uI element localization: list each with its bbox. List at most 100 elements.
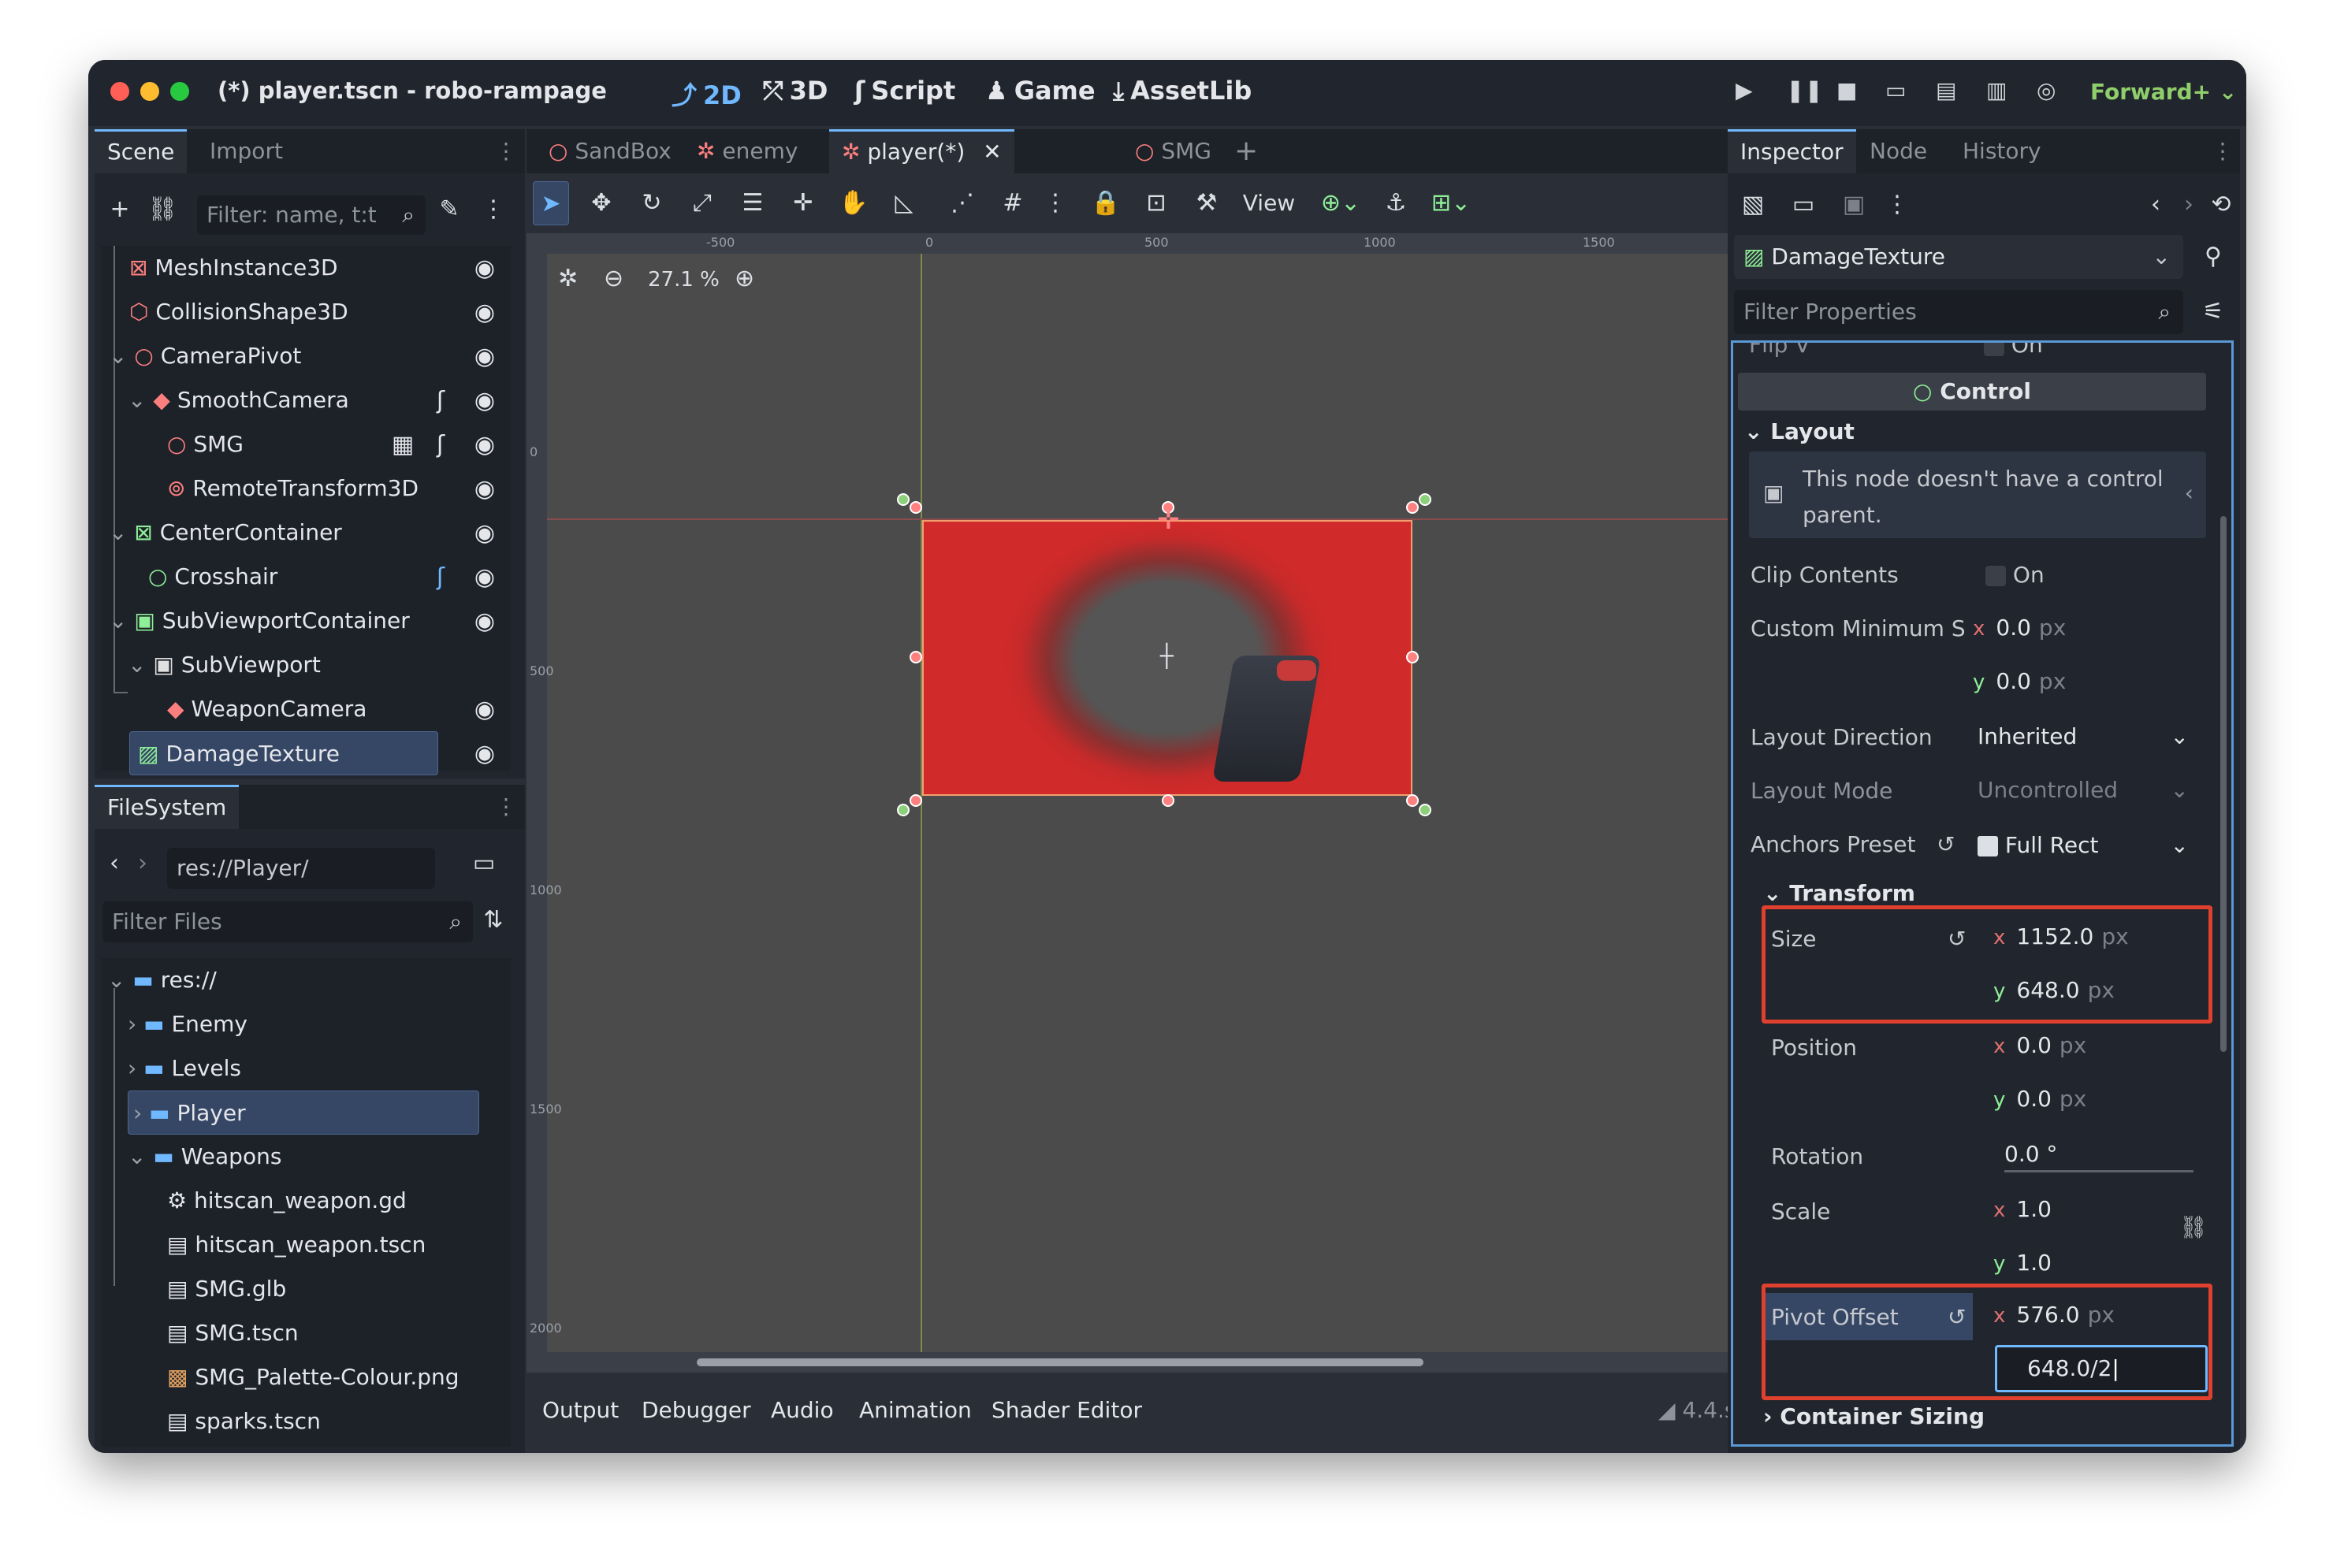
add-node-icon[interactable]: +	[104, 188, 136, 232]
resize-handle-br[interactable]	[1406, 794, 1419, 807]
resize-handle-tl[interactable]	[910, 501, 922, 514]
container-sizing-section[interactable]: › Container Sizing	[1763, 1403, 1985, 1429]
script-icon[interactable]: ʃ	[427, 564, 454, 591]
filter-options-icon[interactable]: ⚟	[2197, 290, 2229, 334]
list-select-icon[interactable]: ☰	[735, 181, 771, 225]
tab-enemy[interactable]: ✲ enemy	[684, 129, 810, 173]
tab-filesystem[interactable]: FileSystem	[95, 785, 240, 829]
pause-icon[interactable]: ❚❚	[1786, 77, 1823, 103]
tab-debugger[interactable]: Debugger	[642, 1388, 751, 1432]
close-window-button[interactable]	[110, 82, 129, 101]
canvas-viewport[interactable]: -500 0 500 1000 1500 0 500 1000 1500 200…	[527, 233, 1805, 1373]
movie-maker-icon[interactable]: ◎	[2037, 77, 2056, 103]
stop-icon[interactable]: ■	[1836, 77, 1857, 103]
tab-scene[interactable]: Scene	[95, 129, 188, 173]
workspace-2d[interactable]: ⤴ 2D	[672, 76, 742, 112]
tab-inspector[interactable]: Inspector	[1728, 129, 1856, 173]
tab-output[interactable]: Output	[542, 1388, 619, 1432]
split-view-icon[interactable]: ▭	[468, 842, 500, 886]
visibility-eye-icon[interactable]: ◉	[471, 255, 498, 282]
anchor-handle-bl[interactable]	[897, 804, 910, 816]
tree-item-meshinstance3d[interactable]: ⊠ MeshInstance3D	[129, 246, 338, 290]
group-icon[interactable]: ⊡	[1138, 181, 1174, 225]
path-field[interactable]: res://Player/	[167, 848, 435, 889]
file-item-weapons[interactable]: ⌄ ▬ Weapons	[128, 1135, 281, 1179]
rotate-tool-icon[interactable]: ↻	[634, 181, 670, 225]
workspace-script[interactable]: ʃ Script	[854, 76, 955, 106]
lock-icon[interactable]: 🔒	[1088, 181, 1124, 225]
inspector-scrollbar[interactable]	[2220, 516, 2227, 1052]
visibility-eye-icon[interactable]: ◉	[471, 608, 498, 635]
add-tab-icon[interactable]: +	[1222, 129, 1271, 173]
center-view-icon[interactable]: ✲	[558, 265, 578, 292]
pivot-tool-icon[interactable]: ✛	[785, 181, 821, 225]
instance-icon[interactable]: ▦	[389, 432, 416, 459]
script-icon[interactable]: ʃ	[427, 388, 454, 414]
anchor-handle-tl[interactable]	[897, 493, 910, 506]
file-item-sparks[interactable]: ▤ sparks.tscn	[167, 1399, 321, 1444]
position-x-field[interactable]: x 0.0 px	[1993, 1022, 2206, 1069]
play-scene-icon[interactable]: ▤	[1936, 77, 1956, 103]
link-icon[interactable]: ⛓	[147, 188, 178, 232]
file-item-player[interactable]: › ▬ Player	[128, 1091, 479, 1135]
play-icon[interactable]: ▶	[1736, 77, 1753, 103]
open-folder-icon[interactable]: ▭	[1786, 183, 1821, 227]
file-item-enemy[interactable]: › ▬ Enemy	[128, 1002, 247, 1046]
scale-tool-icon[interactable]: ⤢	[684, 181, 720, 225]
renderer-select[interactable]: Forward+ ⌄	[2090, 79, 2237, 105]
visibility-eye-icon[interactable]: ◉	[471, 520, 498, 547]
tab-node[interactable]: Node	[1857, 129, 1940, 173]
tree-item-subviewportcontainer[interactable]: ⌄ ▣ SubViewportContainer	[109, 599, 410, 643]
file-item-smg-tscn[interactable]: ▤ SMG.tscn	[167, 1311, 299, 1355]
dock-menu-icon[interactable]: ⋮	[495, 785, 517, 829]
link-icon[interactable]: ⛓	[2179, 1214, 2208, 1240]
tree-item-smoothcamera[interactable]: ⌄ ◆ SmoothCamera	[128, 378, 349, 422]
select-tool-icon[interactable]: ➤	[533, 181, 569, 225]
anchors-preset-select[interactable]: Full Rect ⌄	[1978, 822, 2198, 869]
workspace-assetlib[interactable]: ⤓ AssetLib	[1113, 76, 1252, 106]
move-tool-icon[interactable]: ✥	[583, 181, 620, 225]
add-node-here-icon[interactable]: ⊕⌄	[1315, 181, 1367, 225]
play-custom-scene-icon[interactable]: ▥	[1986, 77, 2007, 103]
tab-shader-editor[interactable]: Shader Editor	[992, 1388, 1142, 1432]
file-item-hitscan-gd[interactable]: ⚙ hitscan_weapon.gd	[167, 1179, 407, 1223]
visibility-eye-icon[interactable]: ◉	[471, 564, 498, 591]
file-item-hitscan-tscn[interactable]: ▤ hitscan_weapon.tscn	[167, 1223, 426, 1267]
node-selector[interactable]: ▨ DamageTexture ⌄	[1734, 235, 2183, 279]
tree-item-weaponcamera[interactable]: ◆ WeaponCamera	[167, 687, 367, 731]
workspace-3d[interactable]: ⤱ 3D	[763, 76, 828, 106]
inspector-menu-icon[interactable]: ⋮	[1885, 183, 1909, 227]
smart-snap-icon[interactable]: ⋰	[944, 181, 980, 225]
zoom-out-icon[interactable]: ⊖	[604, 265, 623, 292]
file-item-levels[interactable]: › ▬ Levels	[128, 1046, 241, 1091]
transform-section[interactable]: ⌄ Transform	[1763, 880, 1915, 906]
minimize-window-button[interactable]	[140, 82, 159, 101]
resize-handle-tr[interactable]	[1406, 501, 1419, 514]
tab-history[interactable]: History	[1950, 129, 2054, 173]
tree-item-damagetexture[interactable]: ▨ DamageTexture	[129, 731, 438, 775]
save-icon[interactable]: ▣	[1836, 183, 1871, 227]
script-icon[interactable]: ʃ	[427, 432, 454, 459]
scrollbar-thumb[interactable]	[697, 1358, 1423, 1366]
ruler-tool-icon[interactable]: ◺	[886, 181, 922, 225]
scene-menu-icon[interactable]: ⋮	[478, 188, 509, 232]
tab-animation[interactable]: Animation	[859, 1388, 972, 1432]
scene-filter-input[interactable]: Filter: name, t:t ⌕	[197, 195, 426, 235]
forward-icon[interactable]: ›	[131, 842, 154, 886]
bone-icon[interactable]: ⚒	[1189, 181, 1225, 225]
reset-icon[interactable]: ↺	[1937, 831, 1955, 857]
file-item-smg-palette[interactable]: ▩ SMG_Palette-Colour.png	[167, 1355, 460, 1399]
view-menu[interactable]: View	[1237, 181, 1300, 225]
visibility-eye-icon[interactable]: ◉	[471, 697, 498, 723]
visibility-eye-icon[interactable]: ◉	[471, 344, 498, 370]
scale-x-field[interactable]: x 1.0	[1993, 1186, 2182, 1233]
workspace-game[interactable]: ♟ Game	[985, 76, 1096, 106]
remote-debug-icon[interactable]: ▭	[1885, 77, 1906, 103]
maximize-window-button[interactable]	[170, 82, 189, 101]
tree-item-collisionshape3d[interactable]: ⬡ CollisionShape3D	[129, 290, 348, 334]
script-attach-icon[interactable]: ✎	[433, 188, 465, 232]
filter-properties-input[interactable]: Filter Properties ⌕	[1734, 290, 2183, 334]
forward-icon[interactable]: ›	[2177, 183, 2201, 227]
sort-icon[interactable]: ⇅	[478, 898, 509, 942]
layout-section[interactable]: ⌄ Layout	[1744, 418, 1855, 444]
